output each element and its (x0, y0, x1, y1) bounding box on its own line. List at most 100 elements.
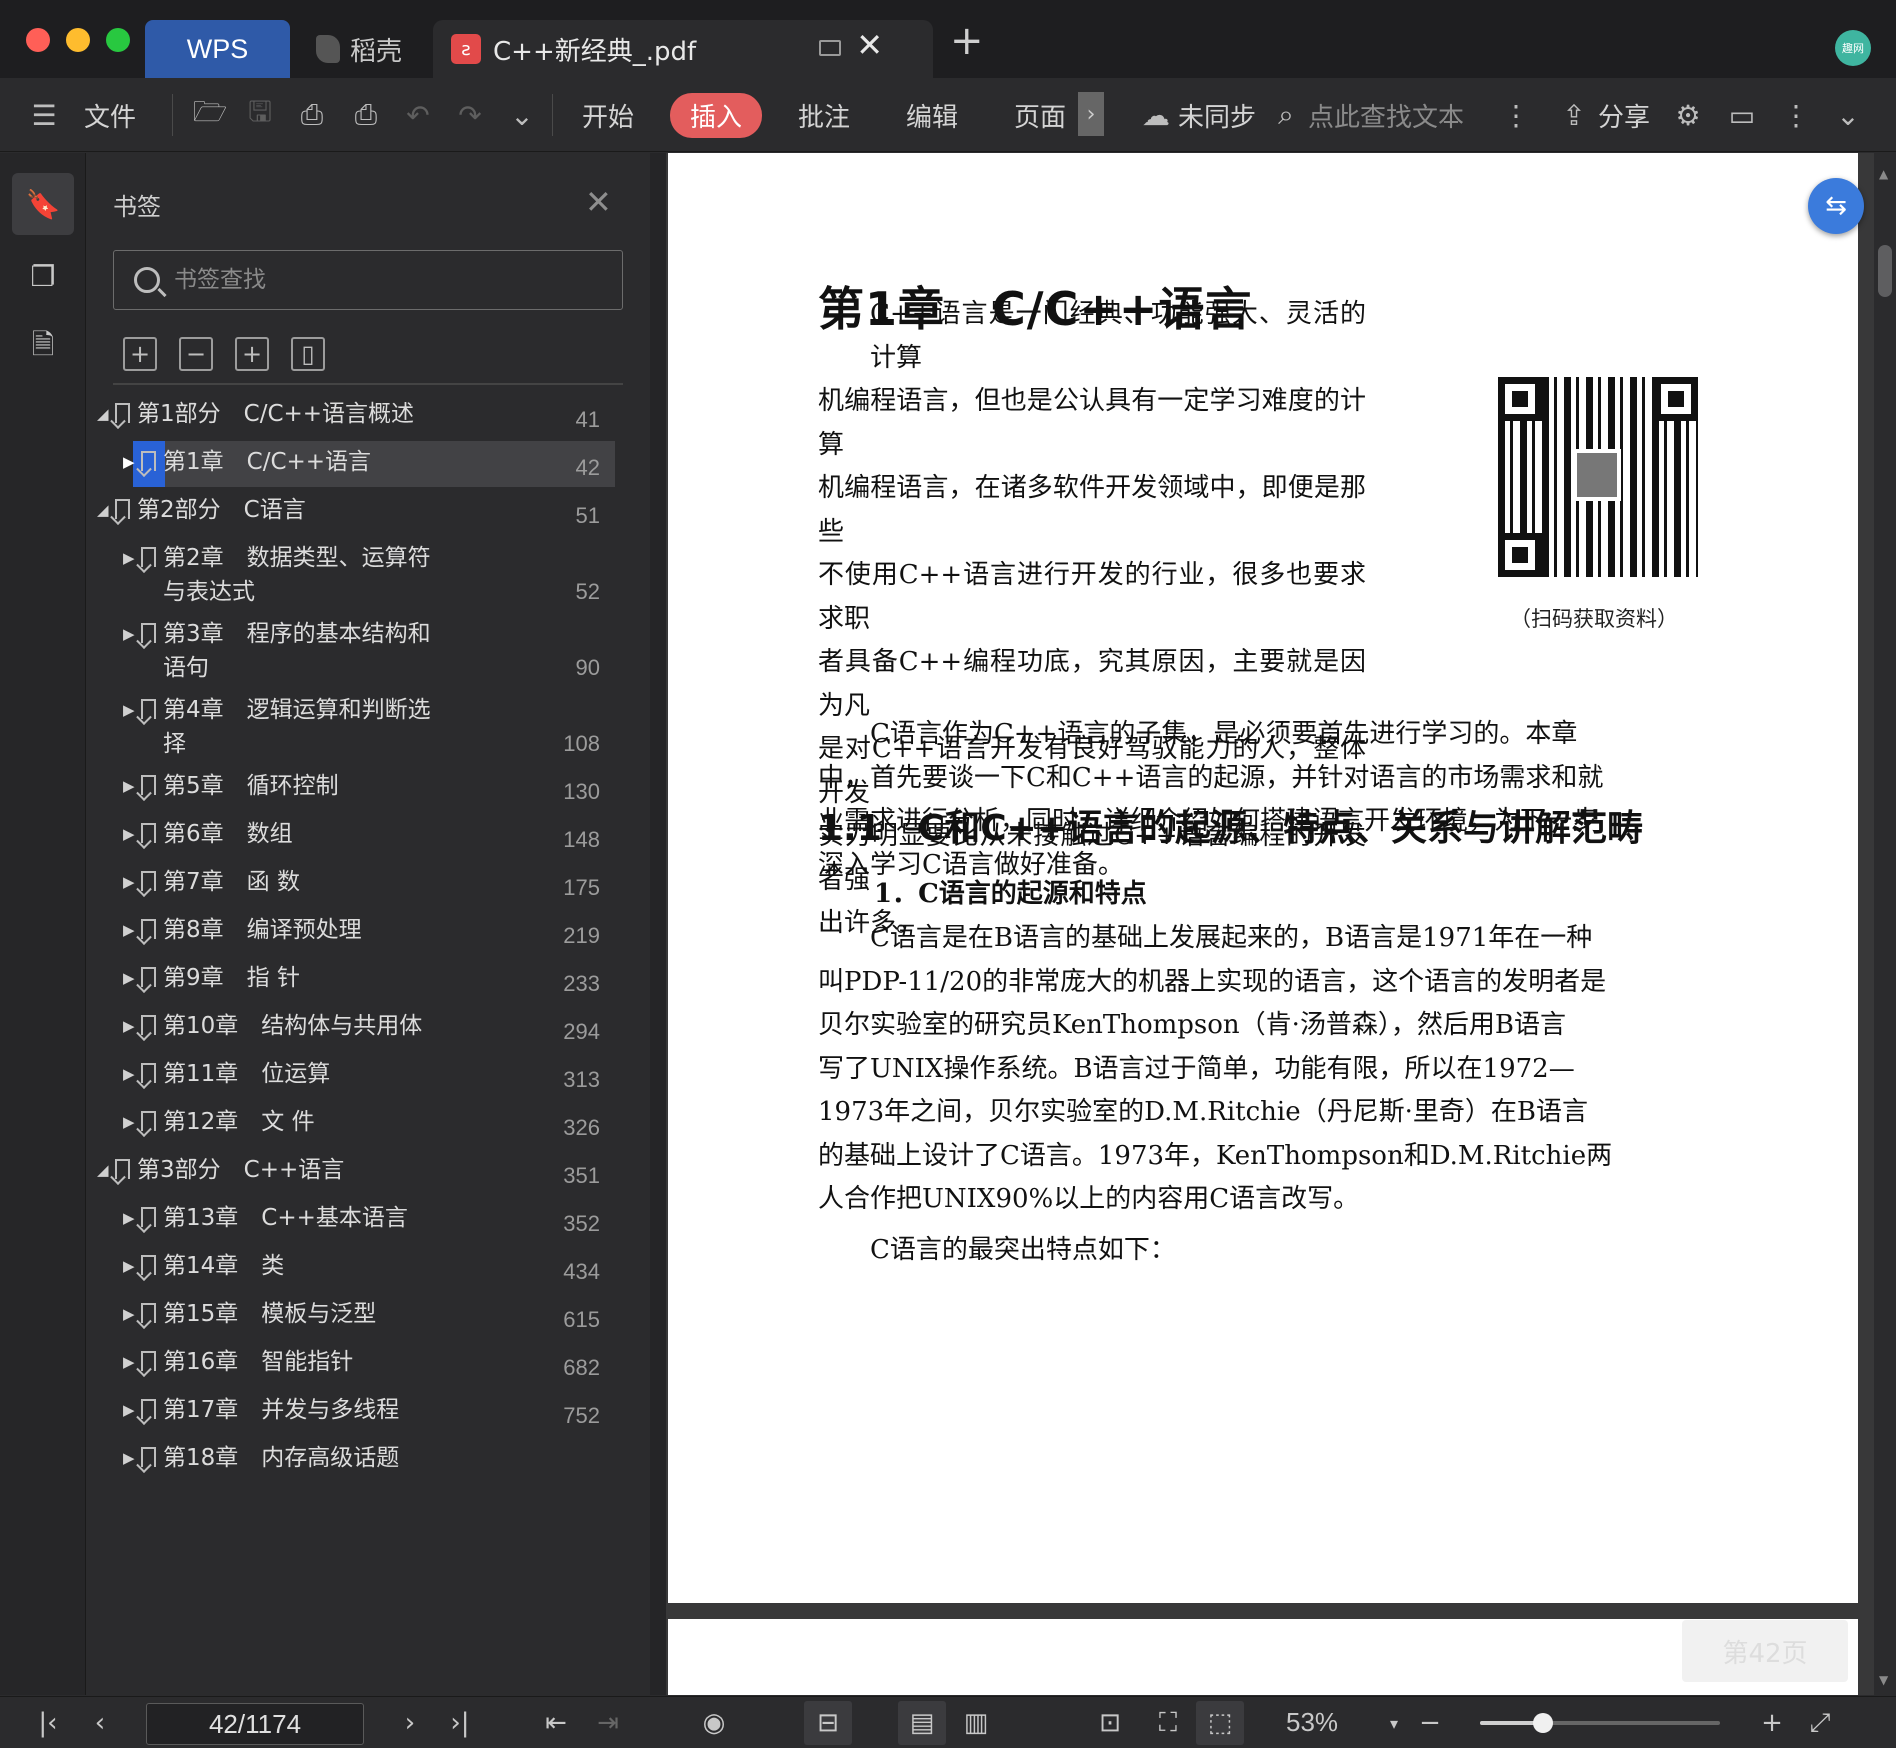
comment-icon[interactable]: ▭ (1720, 78, 1764, 152)
zoom-level[interactable]: 53% (1286, 1707, 1338, 1738)
more-menu-arrow-icon[interactable]: › (1078, 92, 1104, 136)
quick-access-dropdown-icon[interactable]: ⌄ (500, 78, 544, 152)
menu-insert[interactable]: 插入 (670, 78, 763, 152)
expand-caret-icon[interactable]: ▶ (123, 1257, 135, 1275)
panel-splitter[interactable] (650, 153, 666, 1695)
tab-pdf-document[interactable]: ƨ C++新经典_.pdf ✕ (433, 20, 933, 78)
scroll-up-icon[interactable]: ▲ (1879, 167, 1888, 181)
translate-float-icon[interactable]: ⇆ (1808, 178, 1864, 234)
expand-caret-icon[interactable]: ▶ (123, 777, 135, 795)
tab-wps[interactable]: WPS (145, 20, 290, 78)
expand-caret-icon[interactable]: ▶ (123, 921, 135, 939)
bookmark-item[interactable]: ▶ 第4章 逻辑运算和判断选择 108 (87, 689, 650, 765)
expand-caret-icon[interactable]: ▶ (123, 1305, 135, 1323)
avatar[interactable]: 趣网 (1835, 30, 1871, 66)
continuous-scroll-icon[interactable]: ⊟ (804, 1701, 852, 1745)
collapse-caret-icon[interactable]: ◢ (97, 405, 109, 423)
first-page-icon[interactable]: |‹ (28, 1697, 68, 1748)
expand-caret-icon[interactable]: ▶ (123, 873, 135, 891)
actual-size-icon[interactable]: ⊡ (1090, 1697, 1130, 1748)
fullscreen-icon[interactable]: ⤢ (1800, 1697, 1840, 1748)
bookmark-item[interactable]: ▶ 第14章 类 434 (87, 1245, 650, 1293)
bookmark-search[interactable] (113, 250, 623, 310)
sync-status[interactable]: 未同步 (1178, 78, 1256, 152)
bookmark-item[interactable]: ▶ 第13章 C++基本语言 352 (87, 1197, 650, 1245)
expand-caret-icon[interactable]: ▶ (123, 1017, 135, 1035)
annotation-panel-icon[interactable]: 🗎 (12, 317, 74, 379)
expand-caret-icon[interactable]: ▶ (123, 453, 135, 471)
menu-page[interactable]: 页面 (1014, 78, 1066, 152)
single-page-icon[interactable]: ▤ (898, 1701, 946, 1745)
print-icon[interactable]: ⎙ (290, 78, 334, 152)
more-options-icon[interactable]: ⋮ (1774, 78, 1818, 152)
collapse-caret-icon[interactable]: ◢ (97, 1161, 109, 1179)
bookmark-item[interactable]: ◢ 第2部分 C语言 51 (87, 489, 650, 537)
bookmark-item[interactable]: ▶ 第16章 智能指针 682 (87, 1341, 650, 1389)
find-text-input[interactable]: 点此查找文本 (1308, 78, 1464, 152)
maximize-window-button[interactable] (106, 28, 130, 52)
zoom-slider[interactable] (1480, 1713, 1720, 1733)
expand-caret-icon[interactable]: ▶ (123, 1209, 135, 1227)
settings-gear-icon[interactable]: ⚙ (1666, 78, 1710, 152)
close-window-button[interactable] (26, 28, 50, 52)
bookmark-item[interactable]: ▶ 第8章 编译预处理 219 (87, 909, 650, 957)
bookmark-item[interactable]: ▶ 第2章 数据类型、运算符 与表达式 52 (87, 537, 650, 613)
tab-daoke[interactable]: 稻壳 (300, 20, 430, 78)
bookmark-item[interactable]: ▶ 第3章 程序的基本结构和 语句 90 (87, 613, 650, 689)
bookmark-item[interactable]: ▶ 第9章 指 针 233 (87, 957, 650, 1005)
menu-edit[interactable]: 编辑 (906, 78, 958, 152)
bookmark-item[interactable]: ◢ 第3部分 C++语言 351 (87, 1149, 650, 1197)
bookmark-icon[interactable]: ▯ (291, 337, 325, 371)
collapse-caret-icon[interactable]: ◢ (97, 501, 109, 519)
cloud-sync-icon[interactable]: ☁ (1134, 78, 1178, 152)
expand-caret-icon[interactable]: ▶ (123, 825, 135, 843)
bookmark-item[interactable]: ▶ 第18章 内存高级话题 (87, 1437, 650, 1485)
fit-page-icon[interactable]: ⛶ (1148, 1697, 1188, 1748)
menu-annotate[interactable]: 批注 (798, 78, 850, 152)
open-folder-icon[interactable]: 🗁 (188, 78, 232, 152)
expand-caret-icon[interactable]: ▶ (123, 1449, 135, 1467)
zoom-slider-knob[interactable] (1533, 1713, 1553, 1733)
close-panel-icon[interactable]: ✕ (585, 183, 612, 221)
expand-caret-icon[interactable]: ▶ (123, 969, 135, 987)
collapse-toolbar-icon[interactable]: ⌄ (1826, 78, 1870, 152)
scroll-down-icon[interactable]: ▼ (1879, 1673, 1888, 1687)
collapse-all-icon[interactable]: − (179, 337, 213, 371)
bookmark-item[interactable]: ▶ 第6章 数组 148 (87, 813, 650, 861)
document-scrollbar[interactable]: ▲ ▼ (1874, 153, 1896, 1695)
bookmark-item[interactable]: ▶ 第17章 并发与多线程 752 (87, 1389, 650, 1437)
bookmark-search-input[interactable] (174, 267, 594, 293)
thumbnail-panel-icon[interactable]: ❐ (12, 245, 74, 307)
menu-start[interactable]: 开始 (582, 78, 634, 152)
bookmark-item[interactable]: ▶ 第1章 C/C++语言 42 (87, 441, 650, 489)
search-icon[interactable]: ⌕ (1264, 78, 1308, 152)
hamburger-menu-icon[interactable]: ☰ (22, 78, 66, 152)
expand-caret-icon[interactable]: ▶ (123, 1353, 135, 1371)
print-preview-icon[interactable]: ⎙ (344, 78, 388, 152)
undo-icon[interactable]: ↶ (396, 78, 440, 152)
zoom-out-icon[interactable]: − (1410, 1697, 1450, 1748)
expand-caret-icon[interactable]: ▶ (123, 1065, 135, 1083)
expand-caret-icon[interactable]: ▶ (123, 1401, 135, 1419)
save-icon[interactable]: 🖫 (238, 78, 282, 152)
new-tab-icon[interactable]: + (950, 18, 984, 64)
previous-page-icon[interactable]: ‹ (80, 1697, 120, 1748)
menu-file[interactable]: 文件 (84, 78, 136, 152)
page-number-input[interactable] (146, 1703, 364, 1745)
bookmark-item[interactable]: ▶ 第5章 循环控制 130 (87, 765, 650, 813)
last-page-icon[interactable]: ›| (440, 1697, 480, 1748)
bookmark-item[interactable]: ◢ 第1部分 C/C++语言概述 41 (87, 393, 650, 441)
redo-icon[interactable]: ↷ (448, 78, 492, 152)
bookmark-panel-icon[interactable]: 🔖 (12, 173, 74, 235)
zoom-in-icon[interactable]: + (1752, 1697, 1792, 1748)
scroll-thumb[interactable] (1878, 245, 1892, 297)
share-button[interactable]: 分享 (1598, 78, 1650, 152)
expand-caret-icon[interactable]: ▶ (123, 625, 135, 643)
eye-protection-icon[interactable]: ◉ (694, 1697, 734, 1748)
expand-caret-icon[interactable]: ▶ (123, 701, 135, 719)
fit-width-icon[interactable]: ⬚ (1196, 1701, 1244, 1745)
monitor-icon[interactable] (819, 40, 841, 56)
two-page-icon[interactable]: ▥ (956, 1697, 996, 1748)
bookmark-item[interactable]: ▶ 第11章 位运算 313 (87, 1053, 650, 1101)
bookmark-item[interactable]: ▶ 第10章 结构体与共用体 294 (87, 1005, 650, 1053)
